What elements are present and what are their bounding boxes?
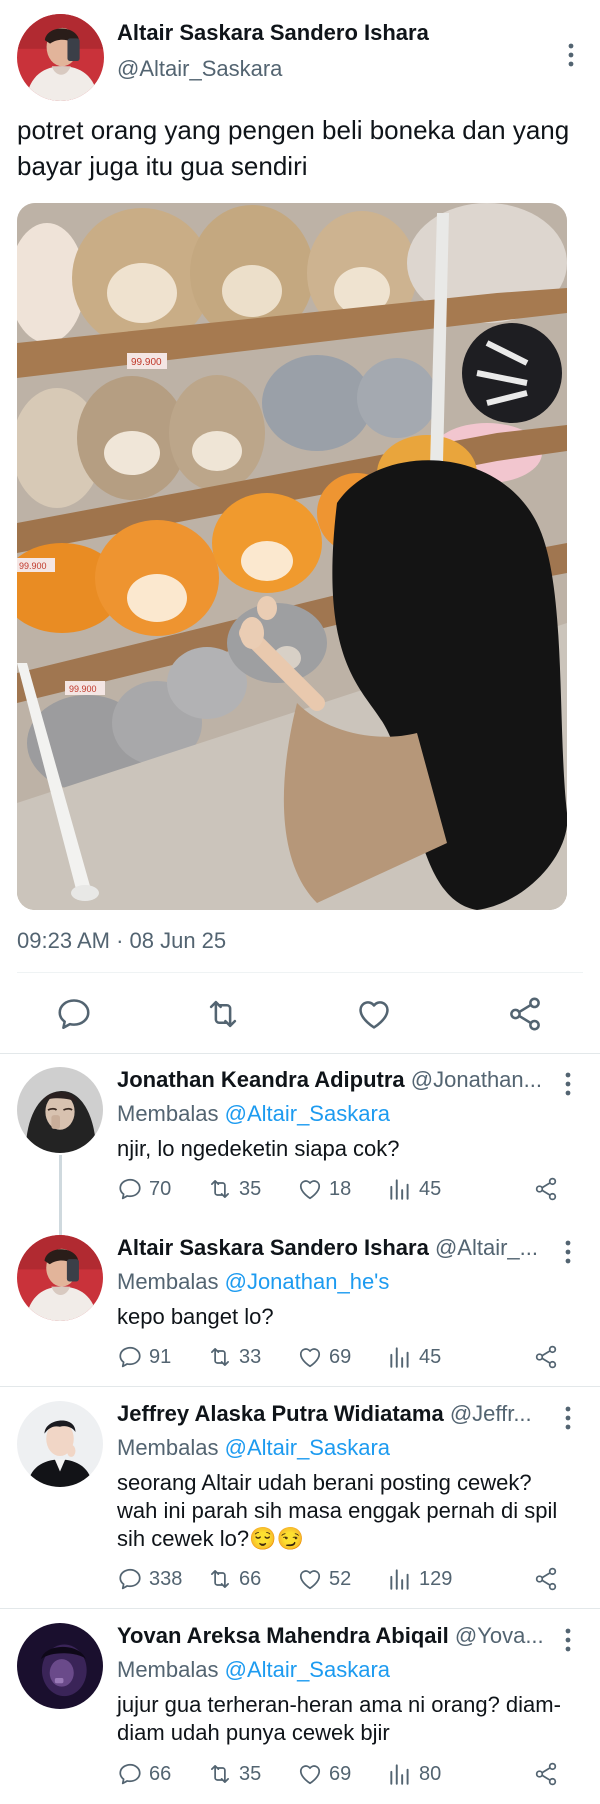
retweet-icon[interactable]: [204, 995, 242, 1033]
retweet-count[interactable]: 35: [207, 1759, 261, 1789]
views-count[interactable]: 129: [387, 1564, 452, 1594]
share-icon[interactable]: [533, 1761, 559, 1787]
reply-stats: 338 66 52 129: [117, 1564, 587, 1594]
reply-count[interactable]: 338: [117, 1564, 182, 1594]
views-count[interactable]: 45: [387, 1342, 441, 1372]
avatar[interactable]: [17, 1401, 103, 1487]
divider: [17, 972, 583, 973]
like-count[interactable]: 18: [297, 1174, 351, 1204]
like-icon: [297, 1176, 323, 1202]
price-tag: 99.900: [131, 357, 162, 368]
more-options-icon[interactable]: [556, 1069, 580, 1099]
mention-link[interactable]: @Altair_Saskara: [225, 1101, 390, 1126]
author-name[interactable]: Jonathan Keandra Adiputra: [117, 1067, 405, 1092]
share-icon[interactable]: [533, 1344, 559, 1370]
avatar[interactable]: [17, 14, 104, 101]
retweet-count[interactable]: 33: [207, 1342, 261, 1372]
author-handle[interactable]: @Jonathan...: [411, 1067, 542, 1092]
more-options-icon[interactable]: [556, 1625, 580, 1655]
retweet-icon: [207, 1344, 233, 1370]
author-handle[interactable]: @Jeffr...: [450, 1401, 532, 1426]
retweet-count[interactable]: 66: [207, 1564, 261, 1594]
retweet-icon: [207, 1761, 233, 1787]
reply-icon: [117, 1566, 143, 1592]
reply-tweet[interactable]: Jeffrey Alaska Putra Widiatama @Jeffr...…: [0, 1389, 600, 1607]
reply-icon[interactable]: [55, 995, 93, 1033]
like-count[interactable]: 52: [297, 1564, 351, 1594]
retweet-count[interactable]: 35: [207, 1174, 261, 1204]
tweet-text: potret orang yang pengen beli boneka dan…: [17, 115, 570, 181]
reply-text: njir, lo ngedeketin siapa cok?: [117, 1136, 400, 1161]
replying-to: Membalas @Altair_Saskara: [117, 1101, 391, 1126]
plushie-shelf-photo: 99.900 99.900 99.900: [17, 203, 567, 910]
views-count[interactable]: 45: [387, 1174, 441, 1204]
reply-tweet[interactable]: Yovan Areksa Mahendra Abiqail @Yova... M…: [0, 1611, 600, 1804]
like-icon: [297, 1761, 323, 1787]
retweet-icon: [207, 1176, 233, 1202]
reply-count[interactable]: 70: [117, 1174, 171, 1204]
avatar[interactable]: [17, 1623, 103, 1709]
reply-icon: [117, 1761, 143, 1787]
tweet-header: Altair Saskara Sandero Ishara @Altair_Sa…: [17, 14, 583, 104]
like-count[interactable]: 69: [297, 1342, 351, 1372]
like-icon: [297, 1344, 323, 1370]
reply-tweet[interactable]: Jonathan Keandra Adiputra @Jonathan... M…: [0, 1055, 600, 1285]
mention-link[interactable]: @Jonathan_he's: [225, 1269, 390, 1294]
mention-link[interactable]: @Altair_Saskara: [225, 1435, 390, 1460]
reply-icon: [117, 1344, 143, 1370]
author-handle[interactable]: @Altair_...: [435, 1235, 538, 1260]
more-options-icon[interactable]: [556, 1403, 580, 1433]
views-icon: [387, 1176, 413, 1202]
avatar[interactable]: [17, 1067, 103, 1153]
price-tag: 99.900: [69, 684, 97, 694]
divider: [0, 1053, 600, 1054]
tweet-timestamp: 09:23 AM · 08 Jun 25: [17, 928, 227, 953]
share-icon[interactable]: [533, 1176, 559, 1202]
share-icon[interactable]: [506, 995, 544, 1033]
share-icon[interactable]: [533, 1566, 559, 1592]
author-name[interactable]: Altair Saskara Sandero Ishara: [117, 1235, 429, 1260]
retweet-icon: [207, 1566, 233, 1592]
more-options-icon[interactable]: [559, 40, 583, 70]
reply-icon: [117, 1176, 143, 1202]
tweet-photo[interactable]: 99.900 99.900 99.900: [17, 203, 567, 910]
reply-header: Altair Saskara Sandero Ishara @Altair_..…: [117, 1235, 562, 1261]
tweet-action-bar: [0, 985, 600, 1045]
reply-text: kepo banget lo?: [117, 1304, 274, 1329]
like-count[interactable]: 69: [297, 1759, 351, 1789]
reply-header: Jonathan Keandra Adiputra @Jonathan...: [117, 1067, 562, 1093]
replying-to: Membalas @Altair_Saskara: [117, 1435, 391, 1460]
more-options-icon[interactable]: [556, 1237, 580, 1267]
reply-stats: 66 35 69 80: [117, 1759, 587, 1789]
author-name[interactable]: Yovan Areksa Mahendra Abiqail: [117, 1623, 449, 1648]
views-icon: [387, 1344, 413, 1370]
price-tag: 99.900: [19, 561, 47, 571]
reply-header: Yovan Areksa Mahendra Abiqail @Yova...: [117, 1623, 562, 1649]
divider: [0, 1608, 600, 1609]
like-icon[interactable]: [355, 995, 393, 1033]
avatar[interactable]: [17, 1235, 103, 1321]
reply-stats: 91 33 69 45: [117, 1342, 587, 1372]
author-name[interactable]: Jeffrey Alaska Putra Widiatama: [117, 1401, 444, 1426]
replying-to: Membalas @Jonathan_he's: [117, 1269, 390, 1294]
divider: [0, 1386, 600, 1387]
views-icon: [387, 1566, 413, 1592]
reply-tweet[interactable]: Altair Saskara Sandero Ishara @Altair_..…: [0, 1223, 600, 1385]
reply-stats: 70 35 18 45: [117, 1174, 587, 1204]
reply-text: jujur gua terheran-heran ama ni orang? d…: [117, 1692, 561, 1745]
author-name[interactable]: Altair Saskara Sandero Ishara: [117, 20, 429, 46]
reply-count[interactable]: 91: [117, 1342, 171, 1372]
replying-to: Membalas @Altair_Saskara: [117, 1657, 391, 1682]
reply-header: Jeffrey Alaska Putra Widiatama @Jeffr...: [117, 1401, 562, 1427]
like-icon: [297, 1566, 323, 1592]
reply-text: seorang Altair udah berani posting cewek…: [117, 1470, 558, 1551]
views-icon: [387, 1761, 413, 1787]
mention-link[interactable]: @Altair_Saskara: [225, 1657, 390, 1682]
author-handle[interactable]: @Yova...: [455, 1623, 544, 1648]
reply-count[interactable]: 66: [117, 1759, 171, 1789]
views-count[interactable]: 80: [387, 1759, 441, 1789]
author-handle[interactable]: @Altair_Saskara: [117, 56, 282, 82]
